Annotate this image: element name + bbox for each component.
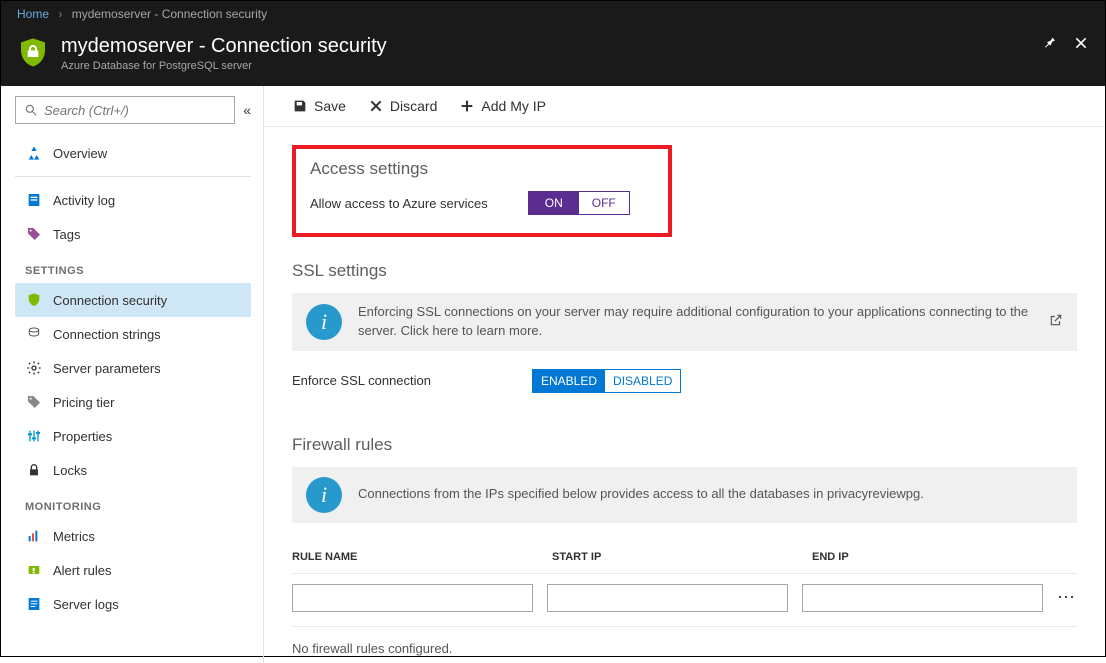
sidebar-item-label: Pricing tier [53,395,114,410]
sidebar-item-label: Tags [53,227,80,242]
access-azure-label: Allow access to Azure services [310,196,488,211]
sidebar-item-alert-rules[interactable]: Alert rules [15,553,251,587]
sidebar-item-connection-strings[interactable]: Connection strings [15,317,251,351]
rule-name-input[interactable] [292,584,533,612]
addip-label: Add My IP [481,98,546,114]
tags-icon [25,225,43,243]
breadcrumb-current: mydemoserver - Connection security [72,7,267,21]
add-my-ip-button[interactable]: Add My IP [459,98,546,114]
end-ip-input[interactable] [802,584,1043,612]
start-ip-input[interactable] [547,584,788,612]
pricing-icon [25,393,43,411]
collapse-sidebar-icon[interactable]: « [243,102,251,118]
sidebar-item-properties[interactable]: Properties [15,419,251,453]
save-label: Save [314,98,346,114]
sidebar-item-label: Locks [53,463,87,478]
close-icon[interactable] [1073,35,1089,54]
firewall-new-row: ⋯ [292,574,1077,627]
breadcrumb: Home › mydemoserver - Connection securit… [1,1,1105,27]
discard-label: Discard [390,98,437,114]
firewall-info-banner: i Connections from the IPs specified bel… [292,467,1077,523]
sidebar: « Overview Activity log Tags SETTINGS Co… [1,86,264,663]
sidebar-item-label: Server parameters [53,361,161,376]
shield-icon [17,37,49,69]
firewall-empty-message: No firewall rules configured. [292,627,1077,663]
breadcrumb-separator: › [58,7,62,21]
activity-log-icon [25,191,43,209]
ssl-disabled[interactable]: DISABLED [605,370,680,392]
info-icon: i [306,304,342,340]
sidebar-item-overview[interactable]: Overview [15,136,251,170]
sidebar-item-label: Properties [53,429,112,444]
sidebar-item-label: Alert rules [53,563,112,578]
external-link-icon[interactable] [1049,313,1063,330]
metrics-icon [25,527,43,545]
page-subtitle: Azure Database for PostgreSQL server [61,60,387,72]
save-icon [292,98,308,114]
sidebar-item-label: Server logs [53,597,119,612]
col-rule-name: RULE NAME [292,551,538,563]
toggle-off[interactable]: OFF [579,192,629,214]
properties-icon [25,427,43,445]
sidebar-section-monitoring: MONITORING [15,487,251,519]
sidebar-item-label: Metrics [53,529,95,544]
close-icon [368,98,384,114]
connection-strings-icon [25,325,43,343]
pin-icon[interactable] [1041,35,1057,54]
alert-icon [25,561,43,579]
access-settings-title: Access settings [310,159,654,179]
sidebar-item-label: Connection strings [53,327,161,342]
toggle-on[interactable]: ON [529,192,579,214]
search-input[interactable] [44,103,226,118]
ssl-info-banner: i Enforcing SSL connections on your serv… [292,293,1077,351]
col-start-ip: START IP [552,551,798,563]
discard-button[interactable]: Discard [368,98,437,114]
enforce-ssl-label: Enforce SSL connection [292,373,492,388]
row-more-icon[interactable]: ⋯ [1057,587,1077,608]
search-box[interactable] [15,96,235,124]
sidebar-item-label: Activity log [53,193,115,208]
toolbar: Save Discard Add My IP [264,86,1105,127]
lock-icon [25,461,43,479]
sidebar-item-locks[interactable]: Locks [15,453,251,487]
col-end-ip: END IP [812,551,1058,563]
overview-icon [25,144,43,162]
shield-small-icon [25,291,43,309]
sidebar-item-tags[interactable]: Tags [15,217,251,251]
save-button[interactable]: Save [292,98,346,114]
gear-icon [25,359,43,377]
sidebar-item-metrics[interactable]: Metrics [15,519,251,553]
ssl-enabled[interactable]: ENABLED [533,370,605,392]
access-settings-highlight: Access settings Allow access to Azure se… [292,145,672,237]
ssl-settings-title: SSL settings [292,261,1077,281]
page-header: mydemoserver - Connection security Azure… [1,27,1105,86]
firewall-title: Firewall rules [292,435,1077,455]
main-panel: Save Discard Add My IP Access settings A… [264,86,1105,663]
page-title: mydemoserver - Connection security [61,35,387,58]
breadcrumb-home[interactable]: Home [17,7,49,21]
sidebar-item-connection-security[interactable]: Connection security [15,283,251,317]
logs-icon [25,595,43,613]
ssl-info-text: Enforcing SSL connections on your server… [358,303,1033,341]
ssl-toggle[interactable]: ENABLED DISABLED [532,369,681,393]
search-icon [24,103,38,117]
sidebar-item-activity-log[interactable]: Activity log [15,183,251,217]
sidebar-item-label: Connection security [53,293,167,308]
info-icon: i [306,477,342,513]
plus-icon [459,98,475,114]
firewall-table: RULE NAME START IP END IP ⋯ No firewall … [292,541,1077,663]
sidebar-item-server-logs[interactable]: Server logs [15,587,251,621]
sidebar-section-settings: SETTINGS [15,251,251,283]
sidebar-item-pricing-tier[interactable]: Pricing tier [15,385,251,419]
azure-access-toggle[interactable]: ON OFF [528,191,630,215]
sidebar-item-label: Overview [53,146,107,161]
firewall-info-text: Connections from the IPs specified below… [358,485,1063,504]
sidebar-item-server-parameters[interactable]: Server parameters [15,351,251,385]
